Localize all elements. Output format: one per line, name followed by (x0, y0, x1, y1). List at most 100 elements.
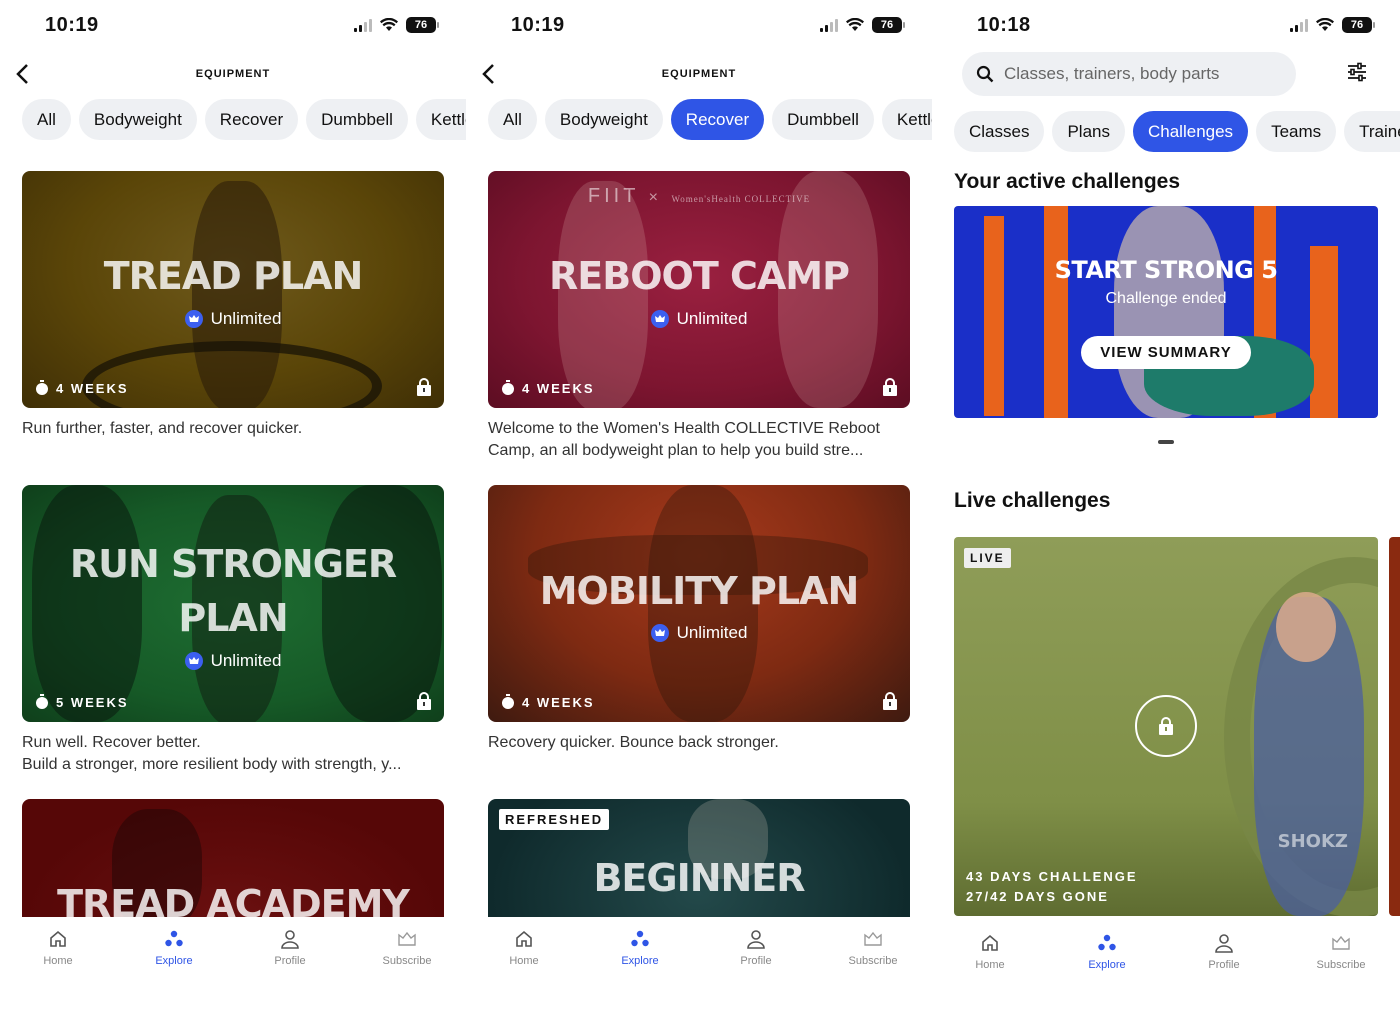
cellular-icon (354, 18, 372, 32)
profile-icon (1215, 934, 1233, 953)
weeks-text: 4 WEEKS (56, 380, 129, 396)
chip-dumbbell[interactable]: Dumbbell (306, 99, 408, 140)
wifi-icon (846, 18, 864, 31)
shokz-logo: SHOKZ (1277, 831, 1348, 852)
chip-recover[interactable]: Recover (204, 99, 299, 140)
bottom-tab-bar: Home Explore Profile Subscribe (0, 917, 466, 1012)
tab-label: Subscribe (1316, 959, 1366, 971)
crown-icon (184, 652, 203, 670)
timer-icon (502, 380, 514, 395)
duration-label: 4 WEEKS (34, 380, 129, 396)
tab-subscribe[interactable]: Subscribe (1291, 933, 1391, 971)
locked-circle (1135, 695, 1197, 757)
battery-icon: 76 (406, 17, 439, 33)
live-challenge-card[interactable]: LIVE SHOKZ 43 DAYS CHALLENGE 27/42 DAYS … (954, 537, 1378, 916)
subscribe-icon (398, 931, 416, 946)
tab-label: Profile (274, 955, 306, 967)
challenge-title: START STRONG 5 (1054, 256, 1278, 284)
crown-icon (650, 310, 669, 328)
chip-all[interactable]: All (488, 99, 537, 140)
status-bar: 10:19 76 (466, 0, 932, 52)
timer-icon (502, 694, 514, 709)
tab-home[interactable]: Home (474, 929, 574, 967)
search-icon (976, 65, 994, 83)
explore-icon (1098, 934, 1116, 951)
plan-card-reboot-camp[interactable]: FIIT × Women'sHealth COLLECTIVE REBOOT C… (488, 171, 910, 408)
treadmill-rail (82, 341, 382, 408)
tab-label: Profile (1208, 959, 1240, 971)
next-live-card-peek[interactable] (1389, 537, 1400, 916)
tab-label: Subscribe (848, 955, 898, 967)
duration-label: 5 WEEKS (34, 694, 129, 710)
plan-card-mobility[interactable]: MOBILITY PLAN Unlimited 4 WEEKS (488, 485, 910, 722)
unlimited-badge: Unlimited (22, 651, 444, 671)
weeks-text: 5 WEEKS (56, 694, 129, 710)
chip-bodyweight[interactable]: Bodyweight (78, 99, 197, 140)
home-icon (50, 930, 66, 947)
plan-card-run-stronger[interactable]: RUN STRONGER PLAN Unlimited 5 WEEKS (22, 485, 444, 722)
active-challenge-card[interactable]: START STRONG 5 Challenge ended VIEW SUMM… (954, 206, 1378, 418)
chip-dumbbell[interactable]: Dumbbell (772, 99, 874, 140)
card-description: Recovery quicker. Bounce back stronger. (488, 734, 779, 751)
tab-label: Explore (155, 955, 193, 967)
tab-label: Home (509, 955, 539, 967)
card-description: Welcome to the Women's Health COLLECTIVE… (488, 420, 880, 459)
filter-sliders-icon[interactable] (1346, 61, 1368, 83)
chip-recover[interactable]: Recover (670, 99, 765, 140)
unlimited-label: Unlimited (210, 651, 282, 670)
unlimited-badge: Unlimited (22, 309, 444, 329)
tab-explore[interactable]: Explore (124, 929, 224, 967)
screen-explore-challenges: 10:18 76 Classes, trainers, body parts C… (932, 0, 1400, 1012)
duration-label: 4 WEEKS (500, 380, 595, 396)
tab-profile[interactable]: Profile (1174, 933, 1274, 971)
card-photo (1276, 592, 1336, 662)
plan-card-tread[interactable]: TREAD PLAN Unlimited 4 WEEKS (22, 171, 444, 408)
tab-label: Profile (740, 955, 772, 967)
chip-teams[interactable]: Teams (1256, 111, 1337, 152)
view-summary-button[interactable]: VIEW SUMMARY (1081, 336, 1251, 369)
unlimited-badge: Unlimited (488, 309, 910, 329)
cross-icon: × (648, 189, 662, 206)
tab-profile[interactable]: Profile (240, 929, 340, 967)
chip-all[interactable]: All (22, 99, 71, 140)
status-time: 10:18 (977, 14, 1031, 36)
card-title: REBOOT CAMP (549, 254, 850, 298)
chip-plans[interactable]: Plans (1052, 111, 1125, 152)
battery-icon: 76 (1342, 17, 1375, 33)
tab-subscribe[interactable]: Subscribe (357, 929, 457, 967)
explore-icon (631, 930, 649, 947)
status-bar: 10:18 76 (932, 0, 1400, 52)
chip-bodyweight[interactable]: Bodyweight (544, 99, 663, 140)
wifi-icon (380, 18, 398, 31)
chip-kettlebell[interactable]: Kettle (415, 99, 466, 140)
chip-challenges[interactable]: Challenges (1133, 111, 1249, 152)
search-placeholder: Classes, trainers, body parts (1004, 64, 1220, 83)
tab-subscribe[interactable]: Subscribe (823, 929, 923, 967)
equipment-filter-chips: All Bodyweight Recover Dumbbell Kettle (488, 99, 932, 140)
page-title: EQUIPMENT (661, 68, 737, 80)
card-title: MOBILITY PLAN (539, 569, 860, 613)
search-input[interactable]: Classes, trainers, body parts (962, 52, 1296, 96)
section-title-active-challenges: Your active challenges (954, 170, 1181, 193)
profile-icon (747, 930, 765, 949)
page-title: EQUIPMENT (195, 68, 271, 80)
chip-classes[interactable]: Classes (954, 111, 1045, 152)
weeks-text: 4 WEEKS (522, 694, 595, 710)
tab-explore[interactable]: Explore (1057, 933, 1157, 971)
tab-profile[interactable]: Profile (706, 929, 806, 967)
crown-icon (650, 624, 669, 642)
live-badge: LIVE (964, 548, 1011, 568)
battery-icon: 76 (872, 17, 905, 33)
timer-icon (36, 380, 48, 395)
chip-trainers[interactable]: Trainer (1344, 111, 1400, 152)
tab-explore[interactable]: Explore (590, 929, 690, 967)
tab-home[interactable]: Home (940, 933, 1040, 971)
lock-icon (883, 378, 897, 396)
tab-label: Subscribe (382, 955, 432, 967)
tab-home[interactable]: Home (8, 929, 108, 967)
timer-icon (36, 694, 48, 709)
bottom-tab-bar: Home Explore Profile Subscribe (932, 921, 1400, 1012)
fiit-logo: FIIT (587, 185, 640, 207)
lock-icon (417, 692, 431, 710)
chip-kettlebell[interactable]: Kettle (881, 99, 932, 140)
